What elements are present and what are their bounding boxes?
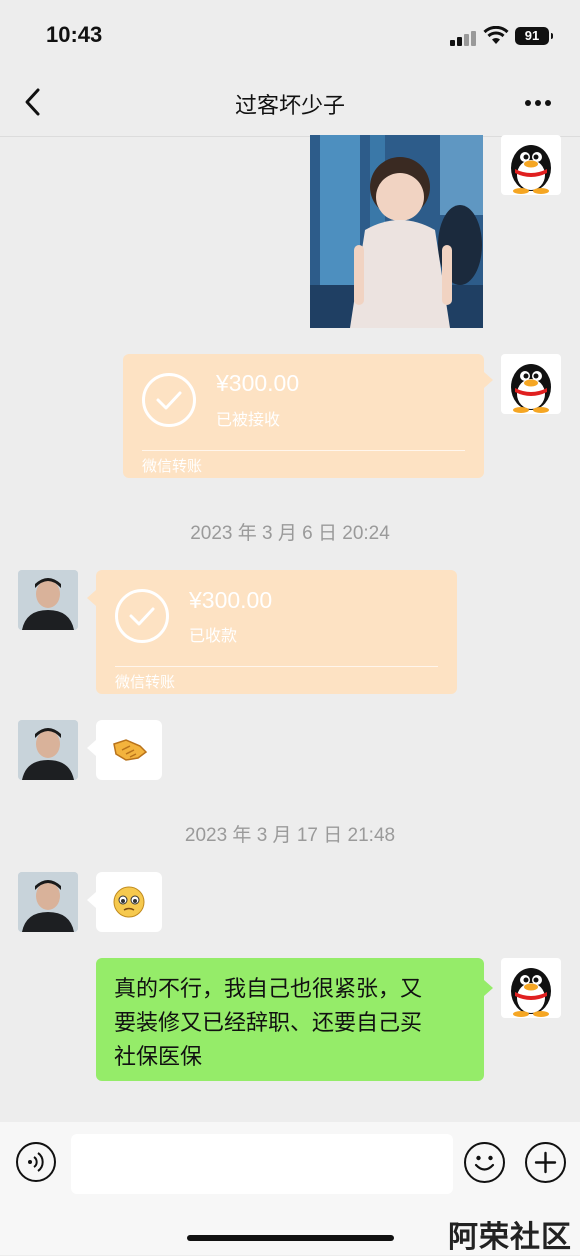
emoji-message[interactable]	[96, 720, 162, 780]
user-photo-icon	[18, 720, 78, 780]
self-avatar[interactable]	[501, 354, 561, 414]
bubble-tail	[87, 590, 96, 606]
pleading-face-emoji-icon	[113, 886, 145, 918]
bubble-tail	[484, 372, 493, 388]
bubble-tail	[87, 892, 96, 908]
check-circle-icon	[115, 589, 169, 643]
status-bar: 10:43 91	[0, 0, 580, 70]
message-input[interactable]	[71, 1134, 453, 1194]
qq-penguin-icon	[511, 145, 551, 194]
message-line: 社保医保	[114, 1044, 203, 1069]
message-line: 要装修又已经辞职、还要自己买	[114, 1010, 423, 1035]
transfer-divider	[142, 450, 465, 451]
transfer-card-received[interactable]: ¥300.00 已收款 微信转账	[96, 570, 457, 694]
transfer-status: 已收款	[189, 628, 238, 645]
battery-indicator: 91	[515, 27, 553, 45]
chat-timestamp: 2023 年 3 月 6 日 20:24	[190, 523, 390, 544]
more-options-icon[interactable]	[522, 100, 554, 108]
chat-title: 过客坏少子	[234, 93, 345, 118]
message-line: 真的不行，我自己也很紧张，又	[114, 976, 423, 1001]
transfer-amount: ¥300.00	[216, 370, 300, 396]
plus-icon	[534, 1151, 557, 1174]
chat-header: 过客坏少子	[0, 70, 580, 137]
voice-wave-icon	[28, 1152, 44, 1172]
more-functions-button[interactable]	[525, 1142, 566, 1183]
user-photo-icon	[18, 570, 78, 630]
voice-input-button[interactable]	[16, 1142, 56, 1182]
qq-penguin-icon	[511, 364, 551, 413]
self-avatar[interactable]	[501, 135, 561, 195]
contact-avatar[interactable]	[18, 872, 78, 932]
cellular-signal-icon	[450, 30, 476, 46]
bubble-tail	[484, 980, 493, 996]
transfer-footer: 微信转账	[115, 674, 176, 691]
transfer-divider	[115, 666, 438, 667]
transfer-amount: ¥300.00	[189, 587, 273, 613]
check-circle-icon	[142, 373, 196, 427]
qq-penguin-icon	[511, 968, 551, 1017]
sent-photo[interactable]	[310, 135, 483, 328]
wifi-icon	[483, 26, 509, 44]
transfer-status: 已被接收	[216, 412, 281, 429]
transfer-footer: 微信转账	[142, 458, 203, 475]
contact-avatar[interactable]	[18, 570, 78, 630]
sent-text-message[interactable]: 真的不行，我自己也很紧张，又 要装修又已经辞职、还要自己买 社保医保	[96, 958, 484, 1081]
smiley-icon	[474, 1155, 495, 1171]
chat-timestamp: 2023 年 3 月 17 日 21:48	[184, 825, 396, 846]
self-avatar[interactable]	[501, 958, 561, 1018]
status-time: 10:43	[46, 22, 103, 47]
watermark: 阿荣社区	[448, 1221, 572, 1254]
handshake-emoji-icon	[113, 739, 148, 761]
emoji-button[interactable]	[464, 1142, 505, 1183]
user-photo-icon	[18, 872, 78, 932]
home-indicator[interactable]	[187, 1235, 394, 1241]
transfer-card-sent[interactable]: ¥300.00 已被接收 微信转账	[123, 354, 484, 478]
emoji-message[interactable]	[96, 872, 162, 932]
bubble-tail	[87, 740, 96, 756]
contact-avatar[interactable]	[18, 720, 78, 780]
